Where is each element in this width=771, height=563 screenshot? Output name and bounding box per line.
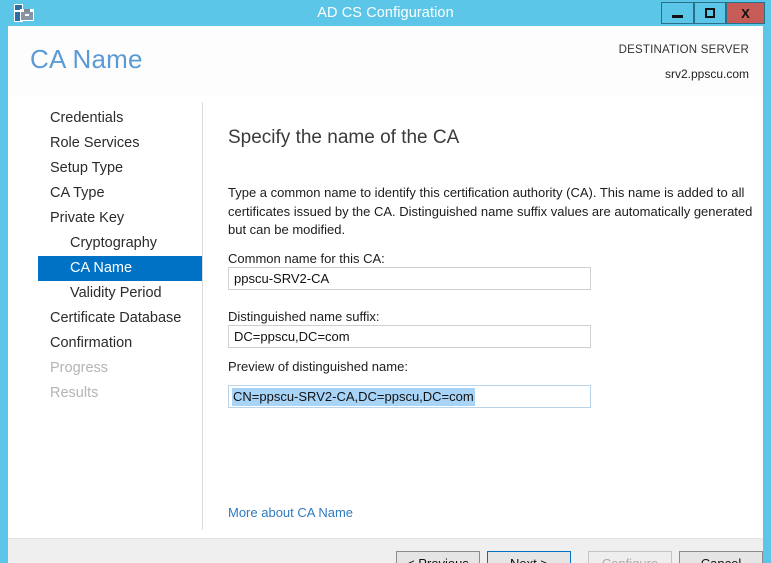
sidebar-item-results: Results	[50, 385, 99, 401]
minimize-button[interactable]	[661, 2, 694, 24]
main-pane: Specify the name of the CA Type a common…	[220, 102, 755, 538]
common-name-input[interactable]	[228, 267, 591, 290]
sidebar-item-role-services[interactable]: Role Services	[38, 131, 202, 156]
sidebar-item-validity-period[interactable]: Validity Period	[38, 281, 202, 306]
title-bar: AD CS Configuration X	[0, 0, 771, 26]
footer-bar: < Previous Next > Configure Cancel	[8, 539, 763, 563]
wizard-navigation: Credentials Role Services Setup Type CA Typ…	[8, 102, 202, 538]
sidebar-item-confirmation[interactable]: Confirmation	[38, 331, 202, 356]
configure-button: Configure	[588, 551, 672, 563]
next-button[interactable]: Next >	[487, 551, 571, 563]
minimize-icon	[672, 14, 683, 18]
dn-preview-input[interactable]: CN=ppscu-SRV2-CA,DC=ppscu,DC=com	[228, 385, 591, 408]
sidebar-item-private-key[interactable]: Private Key	[38, 206, 202, 231]
dn-suffix-label: Distinguished name suffix:	[228, 309, 380, 324]
sidebar-item-credentials[interactable]: Credentials	[38, 106, 202, 131]
sidebar-item-cryptography[interactable]: Cryptography	[38, 231, 202, 256]
ad-cs-configuration-window: AD CS Configuration X CA Name DESTINATIO…	[0, 0, 771, 563]
sidebar-item-setup-type[interactable]: Setup Type	[38, 156, 202, 181]
dn-preview-label: Preview of distinguished name:	[228, 359, 408, 374]
cancel-button[interactable]: Cancel	[679, 551, 763, 563]
client-area: CA Name DESTINATION SERVER srv2.ppscu.co…	[8, 26, 763, 563]
sidebar-item-ca-type[interactable]: CA Type	[38, 181, 202, 206]
section-title: Specify the name of the CA	[228, 127, 460, 148]
previous-button[interactable]: < Previous	[396, 551, 480, 563]
destination-server-value: srv2.ppscu.com	[664, 67, 749, 81]
maximize-button[interactable]	[694, 2, 726, 24]
common-name-label: Common name for this CA:	[228, 251, 385, 266]
nav-divider	[202, 102, 203, 530]
sidebar-item-progress: Progress	[50, 360, 109, 376]
more-about-ca-name-link[interactable]: More about CA Name	[228, 505, 353, 520]
window-title: AD CS Configuration	[317, 5, 454, 21]
dn-preview-value: CN=ppscu-SRV2-CA,DC=ppscu,DC=com	[232, 387, 475, 406]
close-button[interactable]: X	[726, 2, 765, 24]
intro-text: Type a common name to identify this cert…	[228, 185, 753, 237]
page-header: CA Name DESTINATION SERVER srv2.ppscu.co…	[8, 26, 763, 96]
dn-suffix-input[interactable]	[228, 325, 591, 348]
close-icon: X	[741, 5, 750, 21]
page-title: CA Name	[30, 44, 143, 74]
destination-server-label: DESTINATION SERVER	[618, 44, 749, 56]
maximize-icon	[705, 8, 715, 18]
sidebar-item-certificate-database[interactable]: Certificate Database	[38, 306, 202, 331]
sidebar-item-ca-name[interactable]: CA Name	[38, 256, 202, 281]
